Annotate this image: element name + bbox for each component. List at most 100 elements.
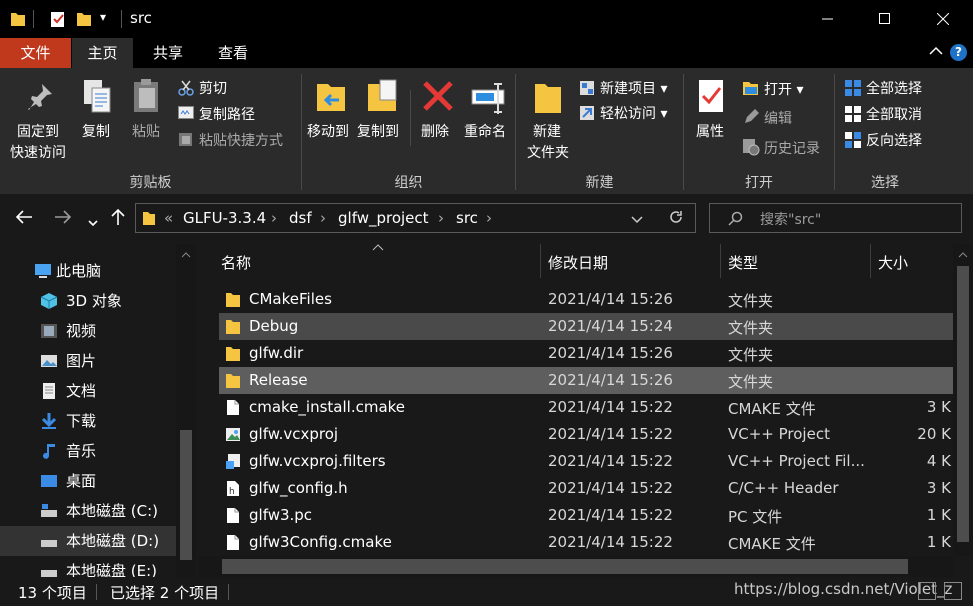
search-input[interactable]: 搜索"src" [760, 209, 821, 229]
folder-icon[interactable] [10, 10, 26, 28]
refresh-button[interactable] [668, 209, 684, 229]
breadcrumb-separator[interactable]: › [486, 209, 492, 227]
open-button[interactable]: 打开 ▾ [764, 79, 803, 99]
horizontal-scroll-thumb[interactable] [222, 559, 908, 574]
nav-scroll-thumb[interactable] [180, 430, 192, 560]
file-row[interactable]: glfw3.pc 2021/4/14 15:22 PC 文件 1 K [219, 502, 953, 529]
breadcrumb-item[interactable]: dsf [289, 209, 312, 227]
file-row[interactable]: Debug 2021/4/14 15:24 文件夹 [219, 313, 953, 340]
breadcrumb-item[interactable]: GLFU-3.3.4 [183, 209, 266, 227]
breadcrumb-separator[interactable]: › [438, 209, 444, 227]
nav-item-documents[interactable]: 文档 [0, 376, 176, 406]
tab-home[interactable]: 主页 [72, 38, 133, 68]
nav-item-3d-objects[interactable]: 3D 对象 [0, 286, 176, 316]
new-folder-icon[interactable] [76, 10, 92, 28]
rename-icon [471, 83, 505, 114]
properties-icon[interactable] [50, 10, 66, 28]
file-name: glfw3Config.cmake [249, 533, 392, 551]
breadcrumb-separator[interactable]: › [271, 209, 277, 227]
folder-icon [226, 293, 240, 307]
nav-item-drive-e[interactable]: 本地磁盘 (E:) [0, 556, 176, 577]
arrow-up-icon [111, 208, 125, 225]
search-box[interactable]: 搜索"src" [709, 203, 962, 233]
address-bar[interactable]: « GLFU-3.3.4 › dsf › glfw_project › src … [135, 203, 696, 233]
nav-item-this-pc[interactable]: 此电脑 [0, 256, 176, 286]
nav-item-videos[interactable]: 视频 [0, 316, 176, 346]
nav-item-drive-c[interactable]: 本地磁盘 (C:) [0, 496, 176, 526]
paste-button[interactable]: 粘贴 [132, 121, 160, 141]
details-view-button[interactable] [918, 582, 936, 600]
file-row[interactable]: CMakeFiles 2021/4/14 15:26 文件夹 [219, 286, 953, 313]
file-list-horizontal-scrollbar[interactable] [198, 556, 953, 577]
copy-to-button[interactable]: 复制到 [357, 121, 399, 141]
select-all-button[interactable]: 全部选择 [866, 78, 922, 98]
recent-locations-button[interactable] [88, 212, 98, 233]
minimize-button[interactable] [805, 0, 851, 38]
select-none-button[interactable]: 全部取消 [866, 104, 922, 124]
copy-button[interactable]: 复制 [82, 121, 110, 141]
nav-item-desktop[interactable]: 桌面 [0, 466, 176, 496]
file-row[interactable]: cmake_install.cmake 2021/4/14 15:22 CMAK… [219, 394, 953, 421]
customize-quick-access-dropdown[interactable]: ▾ [100, 10, 116, 28]
nav-item-downloads[interactable]: 下载 [0, 406, 176, 436]
file-row[interactable]: glfw3Config.cmake 2021/4/14 15:22 CMAKE … [219, 529, 953, 556]
item-count: 13 个项目 [18, 584, 87, 602]
rename-button[interactable]: 重命名 [464, 121, 506, 141]
collapse-ribbon-button[interactable] [929, 44, 943, 60]
back-button[interactable] [15, 208, 33, 229]
maximize-button[interactable] [862, 0, 908, 38]
file-row[interactable]: Release 2021/4/14 15:26 文件夹 [219, 367, 953, 394]
breadcrumb-item[interactable]: src [456, 209, 478, 227]
properties-button[interactable]: 属性 [696, 121, 724, 141]
documents-icon [43, 383, 55, 399]
pin-quick-access-button[interactable]: 固定到 [17, 121, 59, 141]
file-row[interactable]: glfw.vcxproj.filters 2021/4/14 15:22 VC+… [219, 448, 953, 475]
file-date: 2021/4/14 15:24 [548, 317, 673, 335]
edit-button[interactable]: 编辑 [764, 108, 792, 128]
copy-path-button[interactable]: 复制路径 [199, 104, 255, 124]
breadcrumb-separator[interactable]: › [320, 209, 326, 227]
invert-selection-button[interactable]: 反向选择 [866, 130, 922, 150]
new-folder-label-line2[interactable]: 文件夹 [527, 142, 569, 162]
file-list-scroll-thumb[interactable] [957, 266, 969, 542]
forward-button[interactable] [54, 208, 72, 229]
column-header-name[interactable]: 名称 [221, 252, 251, 273]
file-row[interactable]: glfw.dir 2021/4/14 15:26 文件夹 [219, 340, 953, 367]
file-type: 文件夹 [728, 373, 774, 391]
nav-item-drive-d[interactable]: 本地磁盘 (D:) [0, 526, 176, 556]
column-header-size[interactable]: 大小 [878, 252, 908, 273]
column-divider[interactable] [540, 244, 541, 278]
column-divider[interactable] [720, 244, 721, 278]
help-button[interactable]: ? [950, 44, 967, 61]
breadcrumb-overflow[interactable]: « [164, 209, 173, 227]
column-header-type[interactable]: 类型 [728, 252, 758, 273]
up-button[interactable] [111, 208, 125, 231]
move-to-button[interactable]: 移动到 [307, 121, 349, 141]
tab-file[interactable]: 文件 [0, 38, 71, 68]
ribbon: 固定到 快速访问 复制 粘贴 剪切 复制路径 粘贴快捷方式 剪贴板 移动到 复制… [0, 68, 973, 194]
column-header-date[interactable]: 修改日期 [548, 252, 608, 273]
nav-pane-scrollbar[interactable] [176, 244, 196, 577]
new-folder-label-line1[interactable]: 新建 [533, 121, 561, 141]
breadcrumb-item[interactable]: glfw_project [338, 209, 429, 227]
tab-share[interactable]: 共享 [138, 38, 198, 68]
large-icons-view-button[interactable] [944, 582, 962, 600]
history-button[interactable]: 历史记录 [764, 138, 820, 158]
paste-shortcut-button[interactable]: 粘贴快捷方式 [199, 130, 283, 150]
column-divider[interactable] [870, 244, 871, 278]
close-icon [937, 13, 949, 25]
delete-button[interactable]: 删除 [421, 121, 449, 141]
cut-button[interactable]: 剪切 [199, 78, 227, 98]
address-dropdown-button[interactable] [631, 210, 643, 228]
tab-view[interactable]: 查看 [203, 38, 263, 68]
easy-access-button[interactable]: 轻松访问 ▾ [600, 103, 667, 123]
new-item-button[interactable]: 新建项目 ▾ [600, 78, 667, 98]
file-row[interactable]: glfw.vcxproj 2021/4/14 15:22 VC++ Projec… [219, 421, 953, 448]
file-list-vertical-scrollbar[interactable] [953, 244, 973, 556]
nav-item-pictures[interactable]: 图片 [0, 346, 176, 376]
file-row[interactable]: h glfw_config.h 2021/4/14 15:22 C/C++ He… [219, 475, 953, 502]
nav-item-music[interactable]: 音乐 [0, 436, 176, 466]
copy-path-icon [178, 106, 194, 119]
navigation-pane: 此电脑 3D 对象 视频 图片 文档 下载 音乐 桌面 本地磁盘 (C:) 本地… [0, 244, 198, 577]
close-button[interactable] [920, 0, 966, 38]
